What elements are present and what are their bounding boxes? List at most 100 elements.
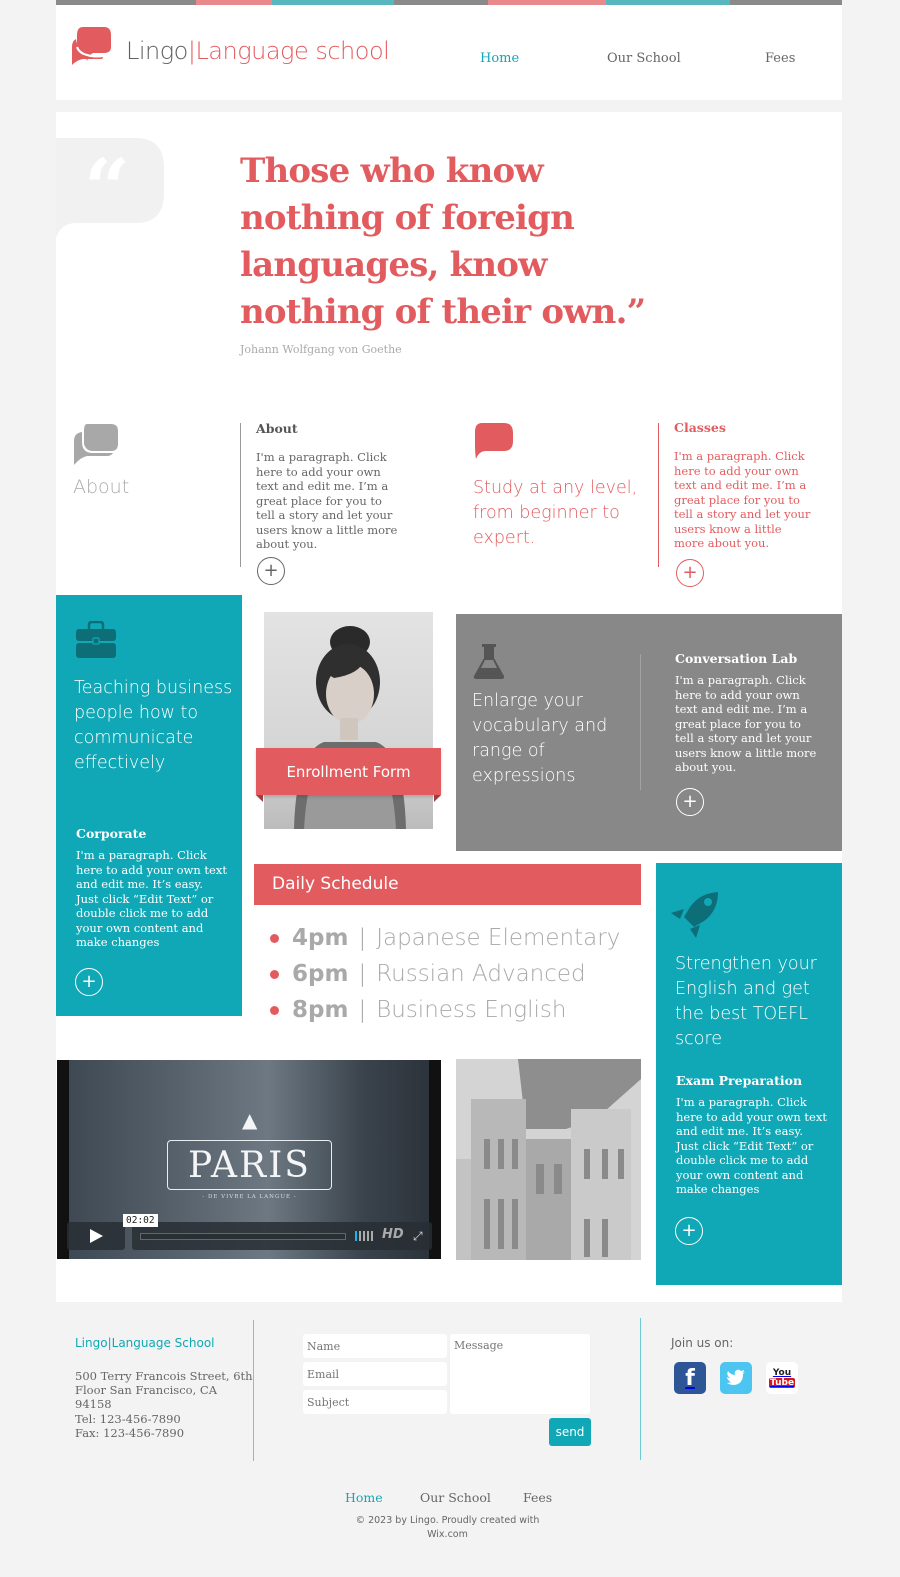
about-card-title: About xyxy=(256,421,298,436)
youtube-link[interactable]: You Tube xyxy=(766,1362,798,1394)
classes-card-title: Classes xyxy=(674,420,726,435)
copyright-text: © 2023 by Lingo. Proudly created with Wi… xyxy=(355,1515,540,1540)
about-more-button[interactable]: + xyxy=(257,557,285,585)
about-section-label: About xyxy=(73,476,130,498)
corporate-panel: Teaching business people how to communic… xyxy=(56,595,242,1016)
conversation-lab-more-button[interactable]: + xyxy=(676,788,704,816)
footer-divider-left xyxy=(253,1320,254,1461)
video-progress-bar[interactable] xyxy=(140,1233,346,1240)
schedule-class: Business English xyxy=(376,997,567,1023)
schedule-item: 4pm | Japanese Elementary xyxy=(270,920,620,956)
plus-circle-icon: + xyxy=(682,791,698,812)
quote-bubble-icon: “ xyxy=(56,138,164,238)
portrait-photo xyxy=(264,612,433,829)
main-content: “ Those who know nothing of foreign lang… xyxy=(56,112,842,1302)
footer-nav-home[interactable]: Home xyxy=(345,1490,383,1505)
twitter-icon xyxy=(727,1369,745,1385)
schedule-separator: | xyxy=(358,997,367,1023)
video-subtitle-text: - DE VIVRE LA LANGUE - xyxy=(202,1194,297,1200)
exam-more-button[interactable]: + xyxy=(675,1217,703,1245)
conversation-lab-panel: Enlarge your vocabulary and range of exp… xyxy=(456,614,842,851)
schedule-time: 6pm xyxy=(292,961,349,987)
about-card-text: I'm a paragraph. Click here to add your … xyxy=(256,450,398,551)
email-input[interactable] xyxy=(303,1362,447,1386)
footer-nav-our-school[interactable]: Our School xyxy=(420,1490,491,1505)
plus-circle-icon: + xyxy=(682,562,698,583)
volume-icon[interactable] xyxy=(355,1231,377,1241)
schedule-item: 8pm | Business English xyxy=(270,992,620,1028)
eiffel-tower-icon: ▲ xyxy=(242,1108,258,1132)
nav-fees[interactable]: Fees xyxy=(765,51,795,66)
name-input[interactable] xyxy=(303,1334,447,1358)
bullet-dot xyxy=(270,933,279,943)
footer-nav-fees[interactable]: Fees xyxy=(523,1490,552,1505)
exam-tagline: Strengthen your English and get the best… xyxy=(675,954,817,1049)
youtube-icon: You Tube xyxy=(768,1368,796,1388)
hero-quote: Those who know nothing of foreign langua… xyxy=(240,151,646,332)
conversation-lab-tagline: Enlarge your vocabulary and range of exp… xyxy=(472,691,608,786)
briefcase-icon xyxy=(76,621,116,658)
nav-our-school[interactable]: Our School xyxy=(607,51,681,66)
exam-card-text: I'm a paragraph. Click here to add your … xyxy=(676,1095,827,1196)
video-controls-bar: HD ⤢ xyxy=(132,1222,432,1250)
video-time-tooltip: 02:02 xyxy=(123,1214,158,1227)
schedule-time: 8pm xyxy=(292,997,349,1023)
facebook-link[interactable]: f xyxy=(674,1362,706,1394)
footer-divider-right xyxy=(640,1318,641,1460)
brand-name: Lingo xyxy=(126,37,188,65)
schedule-time: 4pm xyxy=(292,925,349,951)
enrollment-form-button[interactable]: Enrollment Form xyxy=(256,748,441,795)
svg-text:“: “ xyxy=(84,141,130,235)
nav-home[interactable]: Home xyxy=(480,51,519,66)
hd-toggle[interactable]: HD xyxy=(382,1227,404,1242)
bullet-dot xyxy=(270,969,279,979)
message-textarea[interactable] xyxy=(450,1334,590,1414)
video-title-text: PARIS xyxy=(188,1144,311,1186)
building-photo xyxy=(456,1059,641,1260)
corporate-card-title: Corporate xyxy=(76,826,147,841)
ribbon-fold-left xyxy=(256,795,263,802)
speech-bubbles-icon xyxy=(72,27,111,65)
exam-card-title: Exam Preparation xyxy=(676,1073,803,1088)
conversation-lab-divider xyxy=(640,654,641,790)
footer-fax: Fax: 123-456-7890 xyxy=(75,1426,185,1440)
schedule-item: 6pm | Russian Advanced xyxy=(270,956,620,992)
corporate-more-button[interactable]: + xyxy=(75,968,103,996)
footer-brand: Lingo|Language School xyxy=(75,1336,215,1350)
plus-circle-icon: + xyxy=(681,1220,697,1241)
footer-address: 500 Terry Francois Street, 6th Floor San… xyxy=(75,1369,253,1411)
schedule-class: Russian Advanced xyxy=(376,961,586,987)
corporate-card-text: I'm a paragraph. Click here to add your … xyxy=(76,848,227,949)
subject-input[interactable] xyxy=(303,1390,447,1414)
classes-card-text: I'm a paragraph. Click here to add your … xyxy=(674,449,811,550)
facebook-icon: f xyxy=(685,1365,695,1391)
rocket-icon xyxy=(671,892,718,938)
plus-circle-icon: + xyxy=(263,560,279,581)
site-header: Lingo|Language school Home Our School Fe… xyxy=(56,5,842,100)
schedule-list: 4pm | Japanese Elementary 6pm | Russian Adva… xyxy=(270,920,620,1028)
corporate-tagline: Teaching business people how to communic… xyxy=(74,678,233,773)
quote-author: Johann Wolfgang von Goethe xyxy=(240,343,402,356)
send-button[interactable]: send xyxy=(549,1418,591,1446)
speech-bubbles-icon xyxy=(74,424,118,465)
conversation-lab-card-title: Conversation Lab xyxy=(675,651,798,666)
footer-tel: Tel: 123-456-7890 xyxy=(75,1412,181,1426)
video-player[interactable]: PARIS - DE VIVRE LA LANGUE - ▲ HD ⤢ 02:0… xyxy=(57,1060,441,1259)
flask-icon xyxy=(473,644,505,679)
classes-tagline: Study at any level, from beginner to exp… xyxy=(473,478,638,548)
fullscreen-icon[interactable]: ⤢ xyxy=(413,1229,423,1244)
twitter-link[interactable] xyxy=(720,1362,752,1394)
video-play-button[interactable] xyxy=(67,1222,125,1250)
plus-circle-icon: + xyxy=(81,971,97,992)
play-icon xyxy=(90,1229,103,1243)
classes-divider xyxy=(658,423,659,567)
classes-more-button[interactable]: + xyxy=(676,559,704,587)
conversation-lab-card-text: I'm a paragraph. Click here to add your … xyxy=(675,673,817,774)
brand-logo[interactable]: Lingo|Language school xyxy=(126,37,390,65)
schedule-separator: | xyxy=(358,925,367,951)
brand-tagline: Language school xyxy=(195,37,390,65)
join-us-label: Join us on: xyxy=(671,1336,734,1350)
schedule-class: Japanese Elementary xyxy=(376,925,621,951)
bullet-dot xyxy=(270,1005,279,1015)
exam-preparation-panel: Strengthen your English and get the best… xyxy=(656,863,842,1285)
